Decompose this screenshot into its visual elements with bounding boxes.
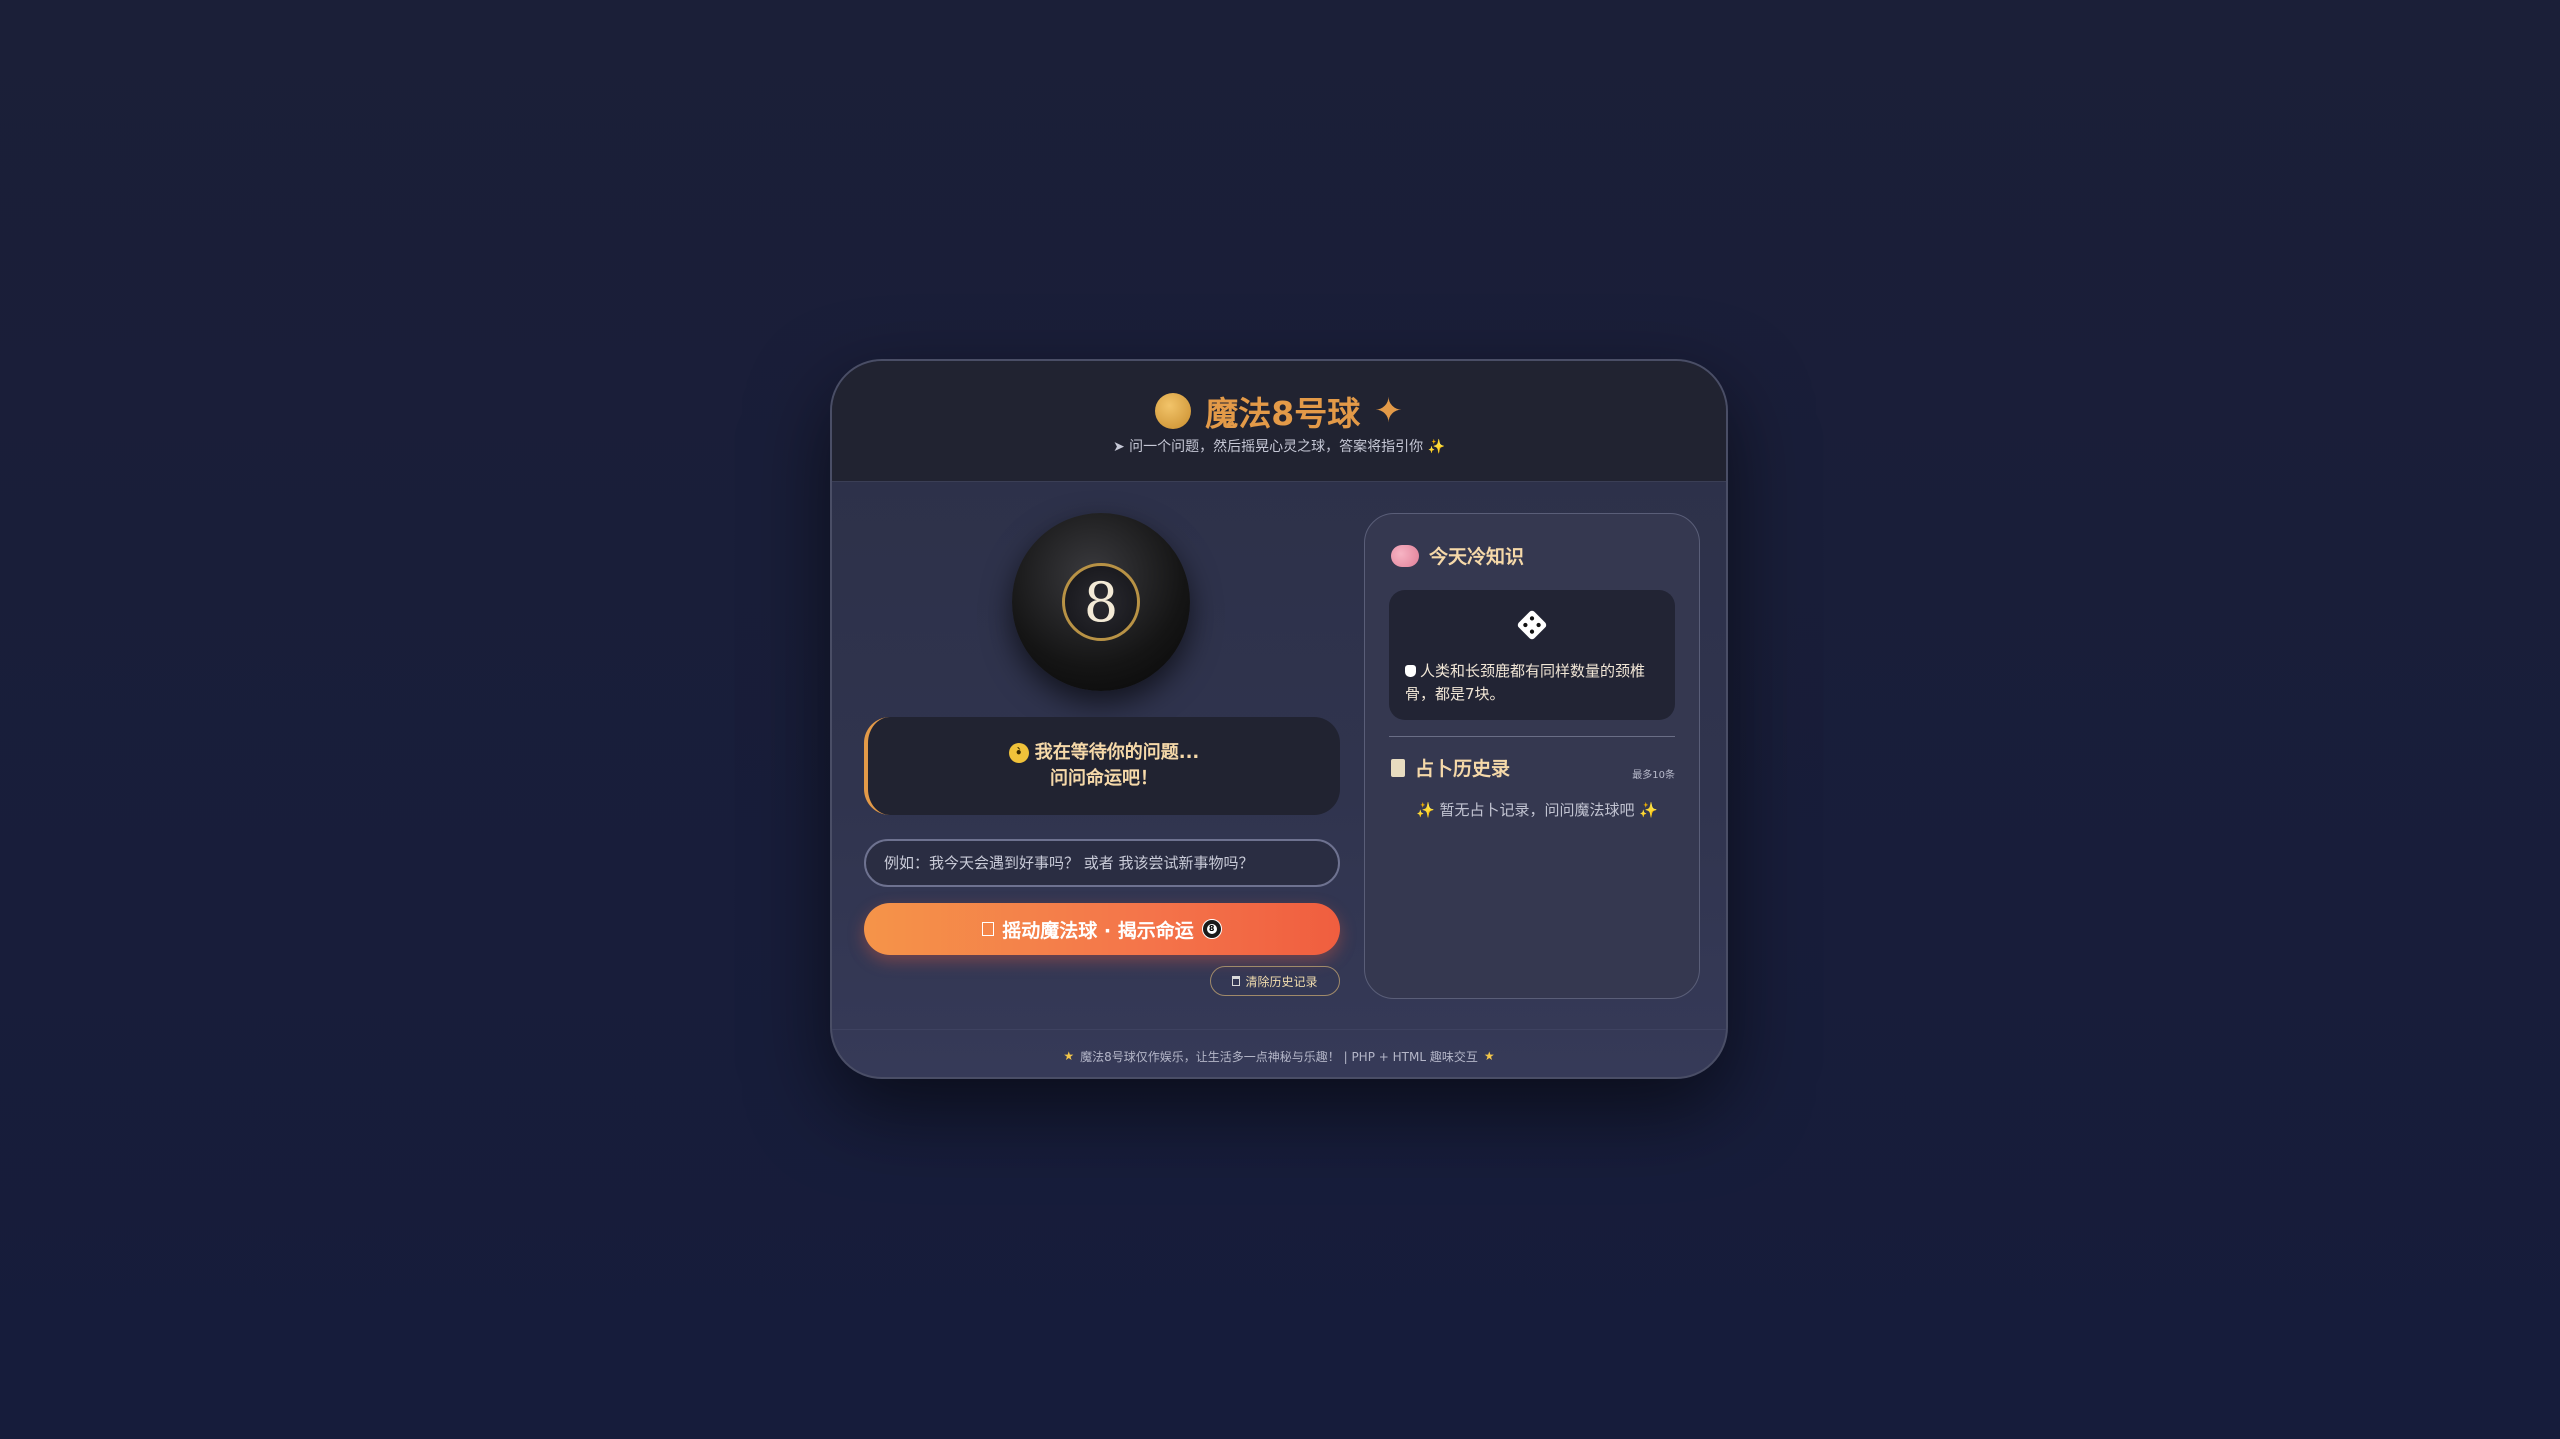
divider [1389, 736, 1675, 737]
answer-line-2: 问问命运吧！ [1050, 768, 1158, 789]
magic-8-ball-card: 魔法8号球 ✦ ➤ 问一个问题，然后摇晃心灵之球，答案将指引你 ✨ 8 •̀ 我… [830, 359, 1728, 1079]
dice-icon [1516, 609, 1548, 641]
footer: ★ 魔法8号球仅作娱乐，让生活多一点神秘与乐趣！ | PHP + HTML 趣味… [832, 1029, 1726, 1077]
answer-display: •̀ 我在等待你的问题... 问问命运吧！ [864, 717, 1340, 815]
empty-history-message: ✨ 暂无占卜记录，问问魔法球吧 ✨ [1415, 799, 1659, 821]
subtitle-text: 问一个问题，然后摇晃心灵之球，答案将指引你 [1129, 439, 1424, 455]
clear-button-label: 清除历史记录 [1245, 974, 1318, 989]
brain-icon [1391, 544, 1419, 567]
card-header: 魔法8号球 ✦ ➤ 问一个问题，然后摇晃心灵之球，答案将指引你 ✨ [832, 361, 1726, 482]
page-subtitle: ➤ 问一个问题，然后摇晃心灵之球，答案将指引你 ✨ [832, 436, 1726, 456]
shake-ball-button[interactable]: 摇动魔法球 · 揭示命运 8 [864, 903, 1340, 955]
fact-text-row: 人类和长颈鹿都有同样数量的颈椎骨，都是7块。 [1405, 660, 1659, 706]
fact-heading: 今天冷知识 [1391, 542, 1524, 569]
magic-8-ball[interactable]: 8 [1012, 513, 1190, 691]
history-heading: 占卜历史录 [1391, 754, 1510, 781]
ball-number: 8 [1062, 563, 1140, 641]
fact-heading-text: 今天冷知识 [1429, 546, 1525, 568]
title-text: 魔法8号球 [1205, 394, 1361, 433]
side-panel: 今天冷知识 人类和长颈鹿都有同样数量的颈椎骨，都是7块。 占卜历史录 最多10条… [1364, 513, 1700, 999]
star-icon: ★ [1483, 1049, 1495, 1063]
sparkle-icon: ✨ [1639, 801, 1658, 819]
history-heading-text: 占卜历史录 [1415, 758, 1511, 780]
sparkle-icon: ✨ [1416, 801, 1435, 819]
face-icon: •̀ [1008, 743, 1029, 763]
coin-icon [1155, 393, 1192, 429]
footer-text: 魔法8号球仅作娱乐，让生活多一点神秘与乐趣！ | PHP + HTML 趣味交互 [1080, 1049, 1478, 1064]
star-icon: ★ [1063, 1049, 1075, 1063]
sparkle-icon: ✦ [1374, 391, 1403, 431]
answer-line-1: 我在等待你的问题... [1034, 742, 1200, 763]
shake-button-label: 摇动魔法球 · 揭示命运 [1002, 919, 1194, 942]
scroll-icon [1391, 758, 1405, 777]
8-ball-icon: 8 [1201, 919, 1222, 939]
trash-icon [1232, 976, 1241, 986]
fact-card: 人类和长颈鹿都有同样数量的颈椎骨，都是7块。 [1389, 590, 1675, 720]
arrow-icon: ➤ [1112, 439, 1125, 455]
tooth-icon [1405, 665, 1416, 677]
box-icon [982, 922, 995, 936]
clear-history-button[interactable]: 清除历史记录 [1210, 966, 1340, 996]
fact-text: 人类和长颈鹿都有同样数量的颈椎骨，都是7块。 [1405, 662, 1646, 703]
question-input[interactable] [864, 839, 1340, 887]
sparkle-icon: ✨ [1427, 439, 1446, 455]
empty-history-text: 暂无占卜记录，问问魔法球吧 [1439, 801, 1635, 819]
page-title: 魔法8号球 ✦ [832, 387, 1726, 435]
history-limit-note: 最多10条 [1632, 770, 1675, 781]
